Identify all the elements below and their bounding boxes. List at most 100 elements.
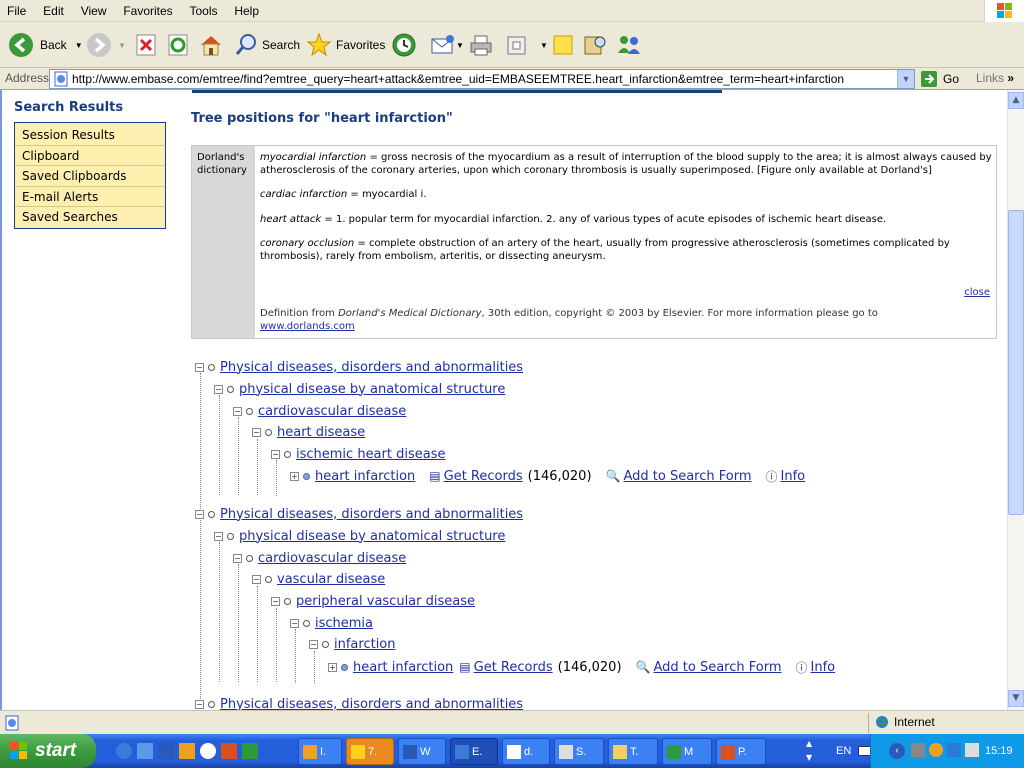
- add-to-search-form-link[interactable]: Add to Search Form: [623, 469, 751, 484]
- collapse-icon[interactable]: −: [233, 406, 242, 416]
- tree-link[interactable]: Physical diseases, disorders and abnorma…: [220, 697, 523, 711]
- tree-link[interactable]: peripheral vascular disease: [296, 594, 475, 609]
- powerpoint-icon[interactable]: [221, 743, 237, 759]
- sidebar-item-session-results[interactable]: Session Results: [15, 125, 165, 146]
- taskbar-item[interactable]: d.: [502, 738, 550, 765]
- tray-clock-app-icon[interactable]: [929, 743, 943, 757]
- home-button[interactable]: [198, 30, 224, 60]
- taskbar-item[interactable]: I.: [298, 738, 342, 765]
- taskbar-item[interactable]: T.: [608, 738, 658, 765]
- address-dropdown-icon[interactable]: ▼: [897, 70, 914, 88]
- collapse-icon[interactable]: −: [290, 618, 299, 628]
- tray-chevron-icon[interactable]: ‹: [889, 743, 905, 759]
- favorites-button[interactable]: Favorites: [306, 30, 385, 60]
- sidebar-item-saved-searches[interactable]: Saved Searches: [15, 207, 165, 228]
- tree-link[interactable]: heart disease: [277, 425, 365, 440]
- info-link[interactable]: Info: [811, 660, 836, 675]
- tree-link[interactable]: physical disease by anatomical structure: [239, 529, 505, 544]
- research-button[interactable]: [582, 30, 608, 60]
- taskbar-item[interactable]: M: [662, 738, 712, 765]
- heart-infarction-link[interactable]: heart infarction: [315, 469, 415, 484]
- tree-link[interactable]: physical disease by anatomical structure: [239, 382, 505, 397]
- menu-edit[interactable]: Edit: [36, 0, 70, 18]
- discuss-button[interactable]: [551, 30, 575, 60]
- tree-link[interactable]: cardiovascular disease: [258, 404, 406, 419]
- expand-icon[interactable]: +: [290, 471, 299, 481]
- clock[interactable]: 15:19: [985, 745, 1013, 757]
- close-link[interactable]: close: [964, 287, 990, 298]
- tree-link[interactable]: vascular disease: [277, 572, 385, 587]
- tree-link[interactable]: Physical diseases, disorders and abnorma…: [220, 507, 523, 522]
- collapse-icon[interactable]: −: [195, 699, 204, 709]
- back-dropdown-icon[interactable]: ▼: [75, 41, 83, 50]
- tree-link[interactable]: Physical diseases, disorders and abnorma…: [220, 360, 523, 375]
- tray-antivirus-icon[interactable]: [947, 743, 961, 757]
- expand-icon[interactable]: +: [328, 662, 337, 672]
- collapse-icon[interactable]: −: [309, 639, 318, 649]
- address-input[interactable]: http://www.embase.com/emtree/find?emtree…: [49, 69, 915, 89]
- mail-button[interactable]: ▼: [430, 30, 464, 60]
- collapse-icon[interactable]: −: [252, 427, 261, 437]
- history-button[interactable]: [391, 30, 417, 60]
- dorlands-link[interactable]: www.dorlands.com: [260, 321, 355, 332]
- scroll-up-icon[interactable]: ▲: [1008, 92, 1024, 109]
- explorer-icon[interactable]: [137, 743, 153, 759]
- menu-tools[interactable]: Tools: [183, 0, 224, 18]
- collapse-icon[interactable]: −: [271, 596, 280, 606]
- info-link[interactable]: Info: [781, 469, 806, 484]
- tree-link[interactable]: ischemic heart disease: [296, 447, 445, 462]
- collapse-icon[interactable]: −: [233, 553, 242, 563]
- language-indicator[interactable]: EN: [836, 745, 851, 757]
- media-icon[interactable]: [200, 743, 216, 759]
- collapse-icon[interactable]: −: [214, 531, 223, 541]
- sidebar-item-email-alerts[interactable]: E-mail Alerts: [15, 187, 165, 207]
- taskbar-item[interactable]: S.: [554, 738, 604, 765]
- links-toolbar[interactable]: Links »: [976, 71, 1014, 85]
- tree-row: − Physical diseases, disorders and abnorm…: [195, 695, 523, 710]
- taskbar-item[interactable]: W: [398, 738, 446, 765]
- forward-button[interactable]: ▼: [86, 30, 126, 60]
- collapse-icon[interactable]: −: [195, 509, 204, 519]
- get-records-link[interactable]: Get Records: [444, 469, 523, 484]
- edit-button[interactable]: ▼: [506, 30, 548, 60]
- scroll-thumb[interactable]: [1008, 210, 1024, 515]
- tree-link[interactable]: infarction: [334, 637, 396, 652]
- menu-view[interactable]: View: [74, 0, 113, 18]
- sidebar-item-clipboard[interactable]: Clipboard: [15, 146, 165, 166]
- collapse-icon[interactable]: −: [214, 384, 223, 394]
- add-to-search-form-link[interactable]: Add to Search Form: [653, 660, 781, 675]
- search-button[interactable]: Search: [234, 30, 300, 60]
- excel-icon[interactable]: [242, 743, 258, 759]
- tree-link[interactable]: cardiovascular disease: [258, 551, 406, 566]
- sidebar-item-saved-clipboards[interactable]: Saved Clipboards: [15, 166, 165, 187]
- start-button[interactable]: start: [0, 734, 96, 768]
- refresh-button[interactable]: [167, 30, 189, 60]
- menu-help[interactable]: Help: [227, 0, 265, 18]
- page-icon: [54, 71, 68, 87]
- menu-favorites[interactable]: Favorites: [116, 0, 178, 18]
- heart-infarction-link[interactable]: heart infarction: [353, 660, 453, 675]
- ie-icon[interactable]: [116, 743, 132, 759]
- tray-network-icon[interactable]: [965, 743, 979, 757]
- vertical-scrollbar[interactable]: ▲ ▼: [1007, 90, 1024, 710]
- taskbar-scroll[interactable]: ▲ ▼: [806, 737, 812, 765]
- tray-app-icon[interactable]: [911, 743, 925, 757]
- messenger-button[interactable]: [615, 30, 643, 60]
- taskbar-item[interactable]: P.: [716, 738, 766, 765]
- collapse-icon[interactable]: −: [271, 449, 280, 459]
- tree-link[interactable]: ischemia: [315, 616, 373, 631]
- app-icon[interactable]: [179, 743, 195, 759]
- back-button[interactable]: Back ▼: [8, 30, 83, 60]
- address-label: Address: [5, 71, 50, 85]
- go-button[interactable]: Go: [920, 70, 959, 88]
- print-button[interactable]: [468, 30, 494, 60]
- menu-file[interactable]: File: [0, 0, 32, 18]
- taskbar-item-active[interactable]: E.: [450, 738, 498, 765]
- taskbar-item[interactable]: 7.: [346, 738, 394, 765]
- scroll-down-icon[interactable]: ▼: [1008, 690, 1024, 707]
- get-records-link[interactable]: Get Records: [474, 660, 553, 675]
- collapse-icon[interactable]: −: [252, 574, 261, 584]
- word-icon[interactable]: [158, 743, 174, 759]
- collapse-icon[interactable]: −: [195, 362, 204, 372]
- stop-button[interactable]: [135, 30, 157, 60]
